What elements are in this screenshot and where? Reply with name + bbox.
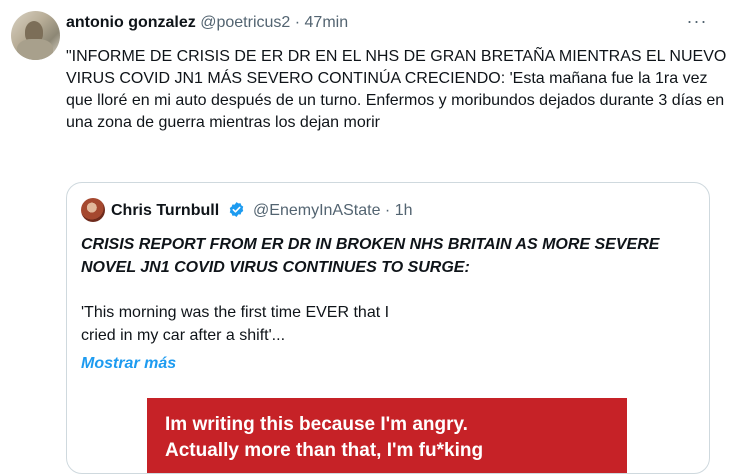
tweet-text: "INFORME DE CRISIS DE ER DR EN EL NHS DE… — [66, 48, 731, 131]
quoted-headline: CRISIS REPORT FROM ER DR IN BROKEN NHS B… — [81, 236, 660, 276]
quoted-body: 'This morning was the first time EVER th… — [81, 304, 390, 344]
avatar[interactable] — [11, 11, 60, 60]
tweet-timestamp[interactable]: 47min — [305, 14, 349, 31]
separator-dot: · — [294, 14, 301, 31]
quoted-avatar[interactable] — [81, 198, 105, 222]
quoted-author-name[interactable]: Chris Turnbull — [111, 202, 219, 219]
tweet: antonio gonzalez @poetricus2 · 47min ···… — [0, 0, 736, 474]
quoted-separator-dot: · — [384, 202, 391, 219]
quoted-image[interactable]: Im writing this because I'm angry. Actua… — [147, 398, 627, 473]
more-options-icon[interactable]: ··· — [684, 12, 710, 34]
quoted-timestamp[interactable]: 1h — [395, 202, 413, 219]
author-name[interactable]: antonio gonzalez — [66, 14, 196, 31]
quoted-image-text: Im writing this because I'm angry. Actua… — [165, 414, 484, 461]
quoted-tweet-header: Chris Turnbull @EnemyInAState · 1h — [111, 201, 413, 220]
quoted-tweet[interactable]: Chris Turnbull @EnemyInAState · 1h CRISI… — [66, 182, 710, 474]
verified-badge-icon — [229, 202, 243, 217]
avatar-figure-body — [17, 39, 53, 60]
tweet-header: antonio gonzalez @poetricus2 · 47min — [66, 14, 348, 32]
author-handle[interactable]: @poetricus2 — [200, 14, 290, 31]
show-more-link[interactable]: Mostrar más — [81, 355, 176, 373]
quoted-author-handle[interactable]: @EnemyInAState — [253, 202, 380, 219]
